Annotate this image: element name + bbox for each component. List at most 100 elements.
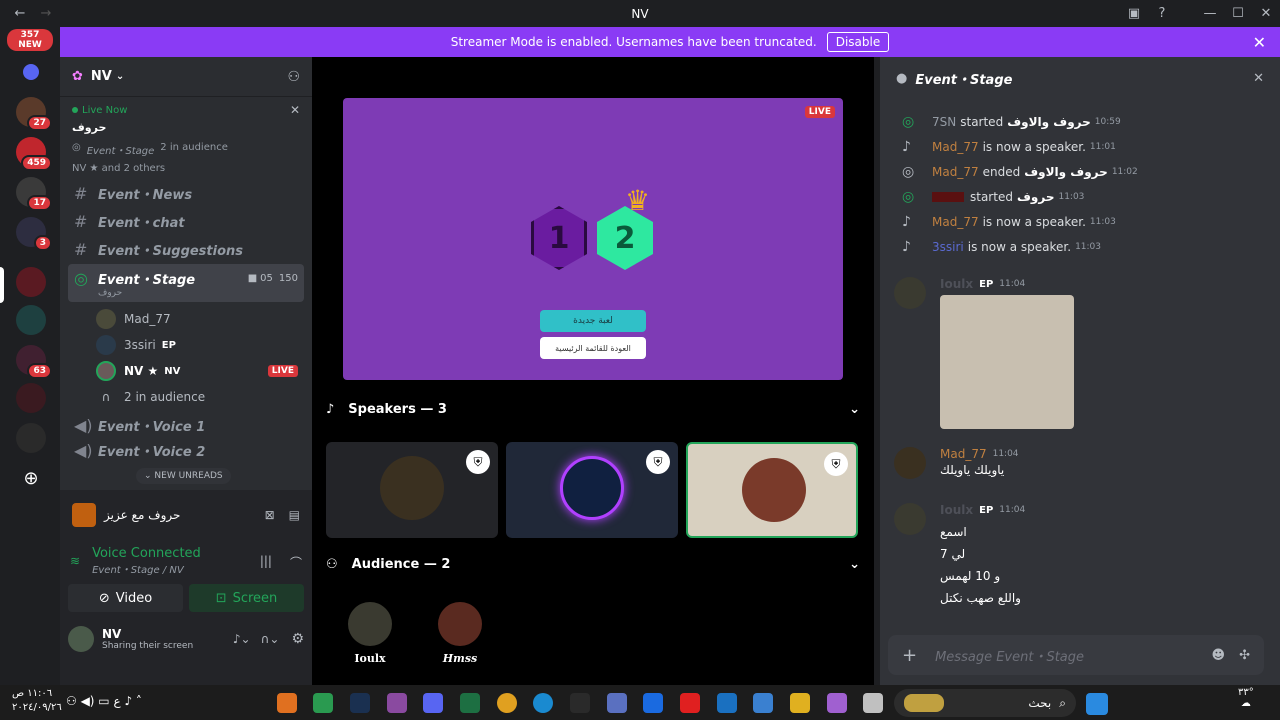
server-icon[interactable]: 27 (16, 97, 52, 131)
guild-header[interactable]: ✿ NV ⌄ ⚇ (60, 57, 312, 97)
screen-button[interactable]: ⊡ Screen (189, 584, 304, 612)
new-unreads-pill[interactable]: ⌄ NEW UNREADS (136, 468, 231, 484)
message-author[interactable]: Ioulx (940, 503, 973, 517)
edge-icon[interactable] (533, 693, 553, 713)
close-banner-icon[interactable]: ✕ (1253, 33, 1266, 52)
close-window-icon[interactable]: ✕ (1252, 0, 1280, 27)
app-icon[interactable] (277, 693, 297, 713)
app-icon[interactable] (863, 693, 883, 713)
microphone-icon[interactable]: ♪⌄ (233, 632, 251, 646)
event-user[interactable]: Mad_77 (932, 140, 979, 154)
server-icon[interactable] (16, 383, 46, 413)
dropbox-icon[interactable] (643, 693, 663, 713)
event-user[interactable]: 3ssiri (932, 240, 964, 254)
app-icon[interactable] (680, 693, 700, 713)
speakers-header[interactable]: ♪ Speakers — 3 ⌄ (326, 402, 860, 417)
close-activity-icon[interactable]: ⊠ (265, 508, 275, 522)
server-icon[interactable]: 459 (16, 137, 52, 171)
epic-games-icon[interactable] (570, 693, 590, 713)
avatar[interactable] (894, 447, 926, 479)
channel-event-suggestions[interactable]: # Event・Suggestions (60, 236, 312, 262)
voice-channel-label[interactable]: Event・Stage / NV (92, 561, 201, 576)
maximize-icon[interactable]: ☐ (1224, 0, 1252, 27)
server-folder[interactable] (16, 57, 46, 87)
stage-member[interactable]: NV ★ NV LIVE (60, 358, 312, 384)
channel-event-voice-1[interactable]: ◀) Event・Voice 1 (60, 412, 312, 438)
event-row: ◎ 7SN started حروف والاوف 10:59 (880, 109, 1280, 134)
copilot-icon[interactable] (827, 693, 847, 713)
excel-icon[interactable] (460, 693, 480, 713)
message-author[interactable]: Ioulx (940, 277, 973, 291)
speaker-tile[interactable]: ⛨ (686, 442, 858, 538)
user-avatar[interactable] (68, 626, 94, 652)
stage-member[interactable]: 3ssiri EP (60, 332, 312, 358)
speaker-icon: ◀) (74, 440, 93, 460)
audience-row[interactable]: ∩ 2 in audience (60, 384, 312, 410)
server-icon[interactable]: 63 (16, 345, 52, 379)
channel-event-voice-2[interactable]: ◀) Event・Voice 2 (60, 440, 312, 460)
weather-widget[interactable]: ٣٣° ☁ (1238, 687, 1254, 709)
add-attachment-icon[interactable]: + (902, 645, 917, 666)
settings-gear-icon[interactable]: ⚙ (291, 631, 304, 647)
event-user[interactable]: Mad_77 (932, 165, 979, 179)
server-badge: 3 (33, 235, 52, 251)
noise-icon[interactable]: ||| (260, 554, 272, 568)
stream-preview[interactable]: LIVE 1 2 ♛ لعبة جديدة العودة للقائمة الر… (343, 98, 843, 380)
audience-header[interactable]: ⚇ Audience — 2 ⌄ (326, 557, 860, 572)
audience-member[interactable]: Hmss (436, 602, 484, 665)
server-icon[interactable] (16, 423, 46, 453)
add-user-icon[interactable]: ⚇ (287, 69, 300, 85)
event-user[interactable]: 7SN (932, 115, 956, 129)
speaker-tile[interactable]: ⛨ (506, 442, 678, 538)
clock[interactable]: ١١:٠٦ ص ٢٠٢٤/٠٩/٢٦ (12, 687, 62, 715)
event-user[interactable]: Mad_77 (932, 215, 979, 229)
popout-icon[interactable]: ▤ (289, 508, 300, 522)
outlook-icon[interactable] (717, 693, 737, 713)
channel-event-chat[interactable]: # Event・chat (60, 208, 312, 234)
disable-button[interactable]: Disable (826, 32, 890, 52)
help-icon[interactable]: ? (1148, 0, 1176, 27)
activity-row[interactable]: حروف مع عزيز ⊠ ▤ (60, 490, 312, 528)
emoji-icon[interactable]: ☻ (1212, 648, 1226, 663)
camera-count: 05 (260, 272, 273, 284)
server-icon[interactable]: 3 (16, 217, 52, 251)
video-button[interactable]: ⊘ Video (68, 584, 183, 612)
close-chat-icon[interactable]: ✕ (1253, 71, 1264, 86)
discord-icon[interactable] (423, 693, 443, 713)
stage-member[interactable]: Mad_77 (60, 306, 312, 332)
windows-start-icon[interactable] (1086, 693, 1108, 715)
audience-member[interactable]: Ioulx (346, 602, 394, 665)
avatar[interactable] (894, 277, 926, 309)
server-icon[interactable] (16, 267, 46, 297)
server-icon[interactable]: 17 (16, 177, 52, 211)
channel-event-stage[interactable]: ◎ Event・Stage ■ 05 150 حروف (68, 264, 304, 302)
server-icon[interactable] (16, 305, 46, 335)
app-icon[interactable] (387, 693, 407, 713)
disconnect-icon[interactable]: ⌒ (290, 554, 302, 571)
add-server-icon[interactable]: ⊕ (16, 463, 46, 493)
store-icon[interactable] (753, 693, 773, 713)
search-box[interactable]: بحث ⌕ (894, 689, 1076, 717)
close-icon[interactable]: ✕ (290, 103, 300, 117)
avatar[interactable] (894, 503, 926, 535)
main-menu-button[interactable]: العودة للقائمة الرئيسية (540, 337, 646, 359)
avatar (348, 602, 392, 646)
inbox-icon[interactable]: ▣ (1120, 0, 1148, 27)
app-icon[interactable] (607, 693, 627, 713)
new-game-button[interactable]: لعبة جديدة (540, 310, 646, 332)
tray-icons[interactable]: ⚇ ◀) ▭ ع ♪ ˄ (66, 694, 142, 708)
app-icon[interactable] (313, 693, 333, 713)
steam-icon[interactable] (350, 693, 370, 713)
speaker-tile[interactable]: ⛨ (326, 442, 498, 538)
channel-event-news[interactable]: # Event・News (60, 180, 312, 206)
gif-image[interactable] (940, 295, 1074, 429)
file-explorer-icon[interactable] (790, 693, 810, 713)
chrome-icon[interactable] (497, 693, 517, 713)
headphones-icon[interactable]: ∩⌄ (261, 632, 280, 646)
live-now-card[interactable]: Live Now ✕ حروف ◎ Event・Stage 2 in audie… (60, 97, 312, 180)
message-input[interactable]: + Message Event・Stage ☻ ✣ (888, 635, 1264, 675)
new-servers-badge[interactable]: 357 NEW (7, 29, 53, 51)
message-author[interactable]: Mad_77 (940, 447, 987, 461)
minimize-icon[interactable]: — (1196, 0, 1224, 27)
apps-icon[interactable]: ✣ (1239, 648, 1250, 663)
